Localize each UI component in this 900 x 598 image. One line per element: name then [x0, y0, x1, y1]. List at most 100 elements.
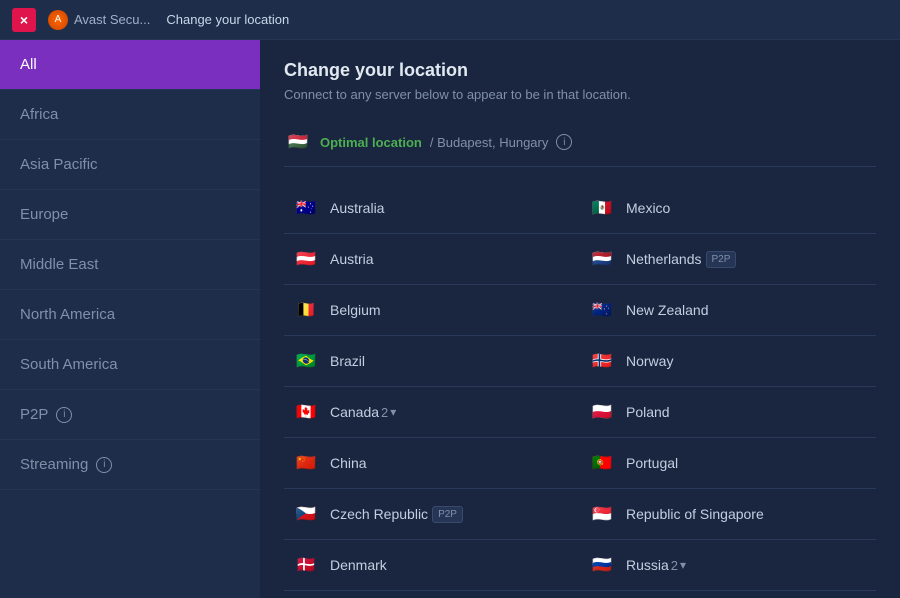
page-subtitle: Connect to any server below to appear to…	[284, 87, 876, 102]
location-name-canada: Canada	[330, 404, 379, 420]
flag-russia: 🇷🇺	[588, 551, 616, 579]
optimal-location-text: / Budapest, Hungary	[430, 135, 549, 150]
location-name-row-russia: Russia2 ▾	[626, 557, 686, 573]
location-name-row-australia: Australia	[330, 200, 384, 216]
sidebar-item-europe[interactable]: Europe	[0, 190, 260, 240]
count-canada: 2	[381, 405, 388, 420]
location-item-denmark[interactable]: 🇩🇰 Denmark	[284, 540, 580, 591]
sidebar-item-p2p[interactable]: P2P i	[0, 390, 260, 440]
location-item-austria[interactable]: 🇦🇹 Austria	[284, 234, 580, 285]
location-name-row-czech-republic: Czech RepublicP2P	[330, 506, 463, 523]
flag-denmark: 🇩🇰	[292, 551, 320, 579]
sidebar-label-streaming: Streaming	[20, 456, 88, 473]
app-name: Avast Secu...	[74, 12, 150, 27]
optimal-location-row[interactable]: 🇭🇺 Optimal location / Budapest, Hungary …	[284, 118, 876, 167]
flag-new-zealand: 🇳🇿	[588, 296, 616, 324]
flag-australia: 🇦🇺	[292, 194, 320, 222]
count-russia: 2	[671, 558, 678, 573]
location-name-row-norway: Norway	[626, 353, 673, 369]
p2p-badge-netherlands: P2P	[706, 251, 737, 268]
location-name-row-new-zealand: New Zealand	[626, 302, 709, 318]
sidebar-item-africa[interactable]: Africa	[0, 90, 260, 140]
location-name-singapore: Republic of Singapore	[626, 506, 764, 522]
location-item-portugal[interactable]: 🇵🇹 Portugal	[580, 438, 876, 489]
location-item-poland[interactable]: 🇵🇱 Poland	[580, 387, 876, 438]
location-name-netherlands: Netherlands	[626, 251, 702, 267]
flag-canada: 🇨🇦	[292, 398, 320, 426]
p2p-badge-czech-republic: P2P	[432, 506, 463, 523]
sidebar-item-north-america[interactable]: North America	[0, 290, 260, 340]
sidebar-label-asia-pacific: Asia Pacific	[20, 156, 98, 173]
location-item-finland[interactable]: 🇫🇮Finland	[284, 591, 580, 598]
location-name-australia: Australia	[330, 200, 384, 216]
optimal-label: Optimal location	[320, 135, 422, 150]
location-item-netherlands[interactable]: 🇳🇱 NetherlandsP2P	[580, 234, 876, 285]
sidebar-item-streaming[interactable]: Streaming i	[0, 440, 260, 490]
sidebar-info-p2p[interactable]: i	[56, 407, 72, 423]
location-item-mexico[interactable]: 🇲🇽 Mexico	[580, 183, 876, 234]
location-item-russia[interactable]: 🇷🇺 Russia2 ▾	[580, 540, 876, 591]
location-name-portugal: Portugal	[626, 455, 678, 471]
location-item-belgium[interactable]: 🇧🇪Belgium	[284, 285, 580, 336]
sidebar-info-streaming[interactable]: i	[96, 457, 112, 473]
location-name-row-denmark: Denmark	[330, 557, 387, 573]
location-name-czech-republic: Czech Republic	[330, 506, 428, 522]
sidebar-item-middle-east[interactable]: Middle East	[0, 240, 260, 290]
expand-icon-russia[interactable]: ▾	[680, 558, 686, 572]
locations-grid: 🇦🇺 Australia 🇲🇽 Mexico 🇦🇹 Austria 🇳🇱 Netherland…	[284, 183, 876, 598]
window-title: Change your location	[166, 12, 289, 27]
app-logo: A Avast Secu...	[48, 10, 150, 30]
location-item-south-africa[interactable]: 🇿🇦South Africa	[580, 591, 876, 598]
location-item-china[interactable]: 🇨🇳 China	[284, 438, 580, 489]
location-item-czech-republic[interactable]: 🇨🇿Czech RepublicP2P	[284, 489, 580, 540]
sidebar-label-africa: Africa	[20, 106, 58, 123]
location-name-belgium: Belgium	[330, 302, 381, 318]
flag-singapore: 🇸🇬	[588, 500, 616, 528]
location-item-brazil[interactable]: 🇧🇷 Brazil	[284, 336, 580, 387]
sidebar-label-all: All	[20, 56, 37, 73]
flag-portugal: 🇵🇹	[588, 449, 616, 477]
location-name-row-brazil: Brazil	[330, 353, 365, 369]
location-name-brazil: Brazil	[330, 353, 365, 369]
flag-norway: 🇳🇴	[588, 347, 616, 375]
page-title: Change your location	[284, 60, 876, 81]
content-area: Change your location Connect to any serv…	[260, 40, 900, 598]
sidebar: All Africa Asia Pacific Europe Middle East No…	[0, 40, 260, 598]
expand-icon-canada[interactable]: ▾	[390, 405, 396, 419]
location-name-new-zealand: New Zealand	[626, 302, 709, 318]
location-name-row-netherlands: NetherlandsP2P	[626, 251, 736, 268]
sidebar-item-all[interactable]: All	[0, 40, 260, 90]
flag-poland: 🇵🇱	[588, 398, 616, 426]
sidebar-label-north-america: North America	[20, 306, 115, 323]
location-item-canada[interactable]: 🇨🇦 Canada2 ▾	[284, 387, 580, 438]
flag-china: 🇨🇳	[292, 449, 320, 477]
flag-mexico: 🇲🇽	[588, 194, 616, 222]
optimal-flag: 🇭🇺	[284, 128, 312, 156]
location-name-row-portugal: Portugal	[626, 455, 678, 471]
optimal-info-icon[interactable]: i	[556, 134, 572, 150]
location-item-singapore[interactable]: 🇸🇬 Republic of Singapore	[580, 489, 876, 540]
title-bar: × A Avast Secu... Change your location	[0, 0, 900, 40]
location-name-row-china: China	[330, 455, 367, 471]
location-name-row-poland: Poland	[626, 404, 670, 420]
close-button[interactable]: ×	[12, 8, 36, 32]
sidebar-item-south-america[interactable]: South America	[0, 340, 260, 390]
app-icon: A	[48, 10, 68, 30]
location-item-new-zealand[interactable]: 🇳🇿 New Zealand	[580, 285, 876, 336]
flag-netherlands: 🇳🇱	[588, 245, 616, 273]
sidebar-label-middle-east: Middle East	[20, 256, 98, 273]
location-name-norway: Norway	[626, 353, 673, 369]
location-name-row-austria: Austria	[330, 251, 374, 267]
flag-austria: 🇦🇹	[292, 245, 320, 273]
location-name-mexico: Mexico	[626, 200, 670, 216]
sidebar-item-asia-pacific[interactable]: Asia Pacific	[0, 140, 260, 190]
flag-brazil: 🇧🇷	[292, 347, 320, 375]
sidebar-label-south-america: South America	[20, 356, 118, 373]
location-item-australia[interactable]: 🇦🇺 Australia	[284, 183, 580, 234]
sidebar-label-p2p: P2P	[20, 406, 48, 423]
location-name-poland: Poland	[626, 404, 670, 420]
location-name-row-mexico: Mexico	[626, 200, 670, 216]
location-item-norway[interactable]: 🇳🇴 Norway	[580, 336, 876, 387]
main-container: All Africa Asia Pacific Europe Middle East No…	[0, 40, 900, 598]
location-name-austria: Austria	[330, 251, 374, 267]
